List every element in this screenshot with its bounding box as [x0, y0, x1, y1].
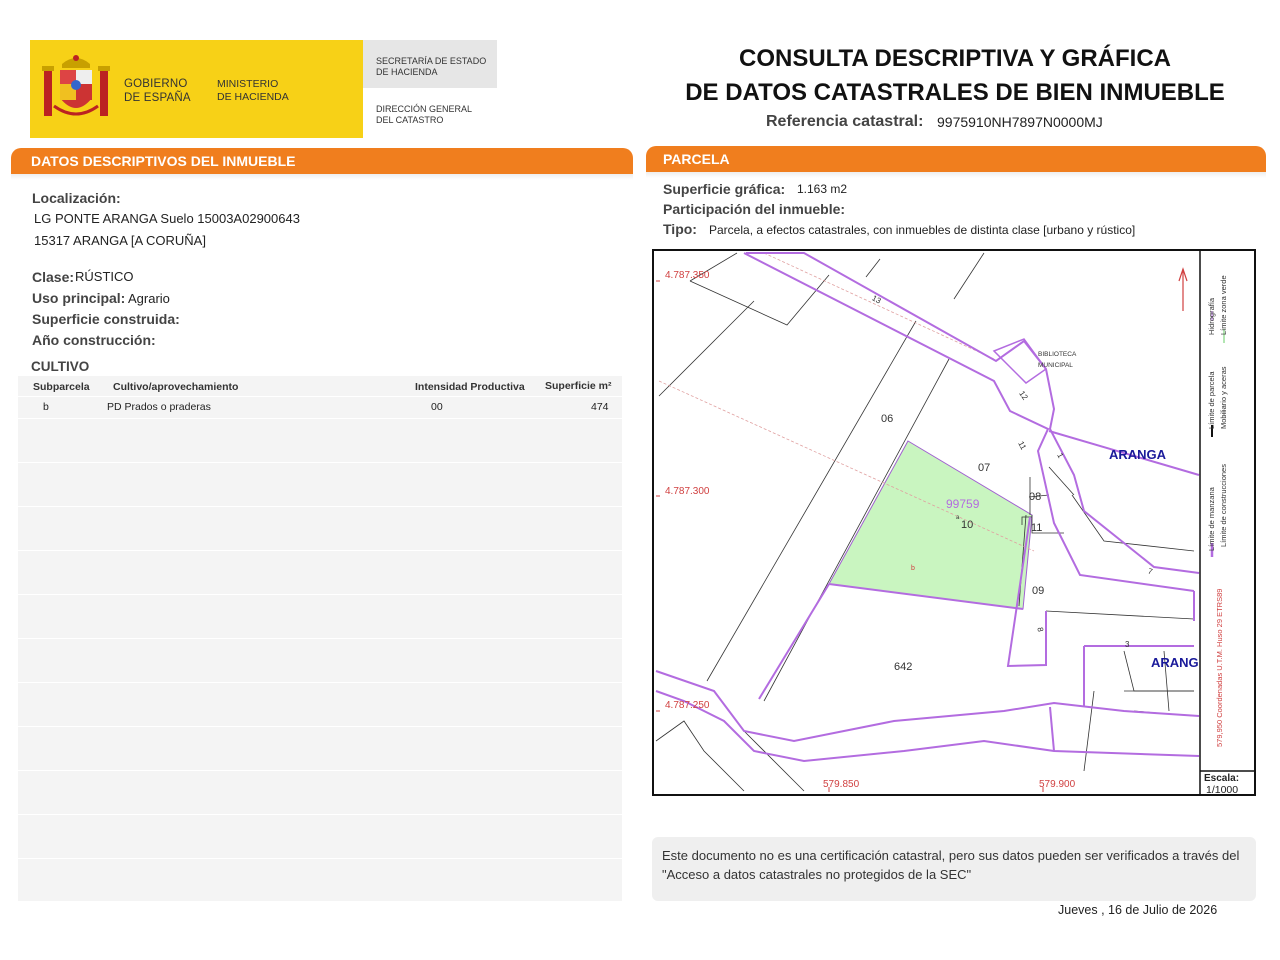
scale-label: Escala:: [1204, 773, 1240, 784]
parcel-label: 06: [881, 413, 894, 425]
table-divider: [18, 770, 622, 771]
parcel-label: 09: [1032, 585, 1045, 597]
scale-value: 1/1000: [1206, 784, 1239, 796]
coat-of-arms-icon: [42, 55, 110, 116]
parcel-label: 642: [894, 661, 913, 673]
superficie-construida-label: Superficie construida:: [32, 311, 180, 327]
superficie-grafica-label: Superficie gráfica:: [663, 181, 786, 197]
localizacion-line1: LG PONTE ARANGA Suelo 15003A02900643: [34, 211, 300, 226]
subparcel-label: b: [911, 565, 915, 572]
tipo-label: Tipo:: [663, 221, 697, 237]
anio-construccion-label: Año construcción:: [32, 332, 156, 348]
place-name-label-cut: ARANG: [1151, 655, 1199, 670]
map-coord-y: 4.787.250: [665, 700, 710, 711]
table-header-subparcela: Subparcela: [33, 381, 90, 393]
table-divider: [18, 638, 622, 639]
uso-value: Agrario: [128, 291, 170, 306]
parcel-label: 10: [961, 519, 974, 531]
section-bar-parcela: PARCELA: [646, 146, 1266, 172]
table-divider: [18, 506, 622, 507]
table-divider: [18, 550, 622, 551]
north-arrow-icon: [1178, 267, 1188, 311]
section-bar-shadow: [11, 174, 633, 180]
road-number: 3: [1125, 640, 1130, 649]
map-canvas: [655, 251, 1254, 794]
map-coord-y: 4.787.300: [665, 486, 710, 497]
table-divider: [18, 418, 622, 419]
table-divider: [18, 594, 622, 595]
table-header-intensidad: Intensidad Productiva: [415, 381, 525, 393]
table-divider: [18, 396, 622, 397]
map-coord-x: 579.900: [1039, 779, 1076, 790]
ministerio-text: MINISTERIO DE HACIENDA: [217, 78, 289, 103]
tipo-value: Parcela, a efectos catastrales, con inmu…: [709, 223, 1136, 237]
cadastral-map[interactable]: 4.787.350 4.787.300 4.787.250 579.850 57…: [652, 249, 1256, 796]
document-date: Jueves , 16 de Julio de 2026: [1058, 903, 1218, 917]
table-header-cultivo: Cultivo/aprovechamiento: [113, 381, 239, 393]
parcel-label: 07: [978, 462, 991, 474]
subparcel-a-label: a: [956, 515, 960, 521]
table-cell-subparcela: b: [43, 401, 49, 413]
table-divider: [18, 858, 622, 859]
ref-catastral-label: Referencia catastral:: [766, 113, 924, 130]
parcel-label: 11: [1031, 522, 1043, 534]
localizacion-label: Localización:: [32, 190, 121, 206]
disclaimer-text: Este documento no es una certificación c…: [662, 848, 1240, 882]
direccion-general-text: DIRECCIÓN GENERAL DEL CATASTRO: [376, 104, 473, 125]
table-divider: [18, 462, 622, 463]
table-cell-cultivo: PD Prados o praderas: [107, 401, 211, 413]
superficie-grafica-value: 1.163 m2: [797, 182, 848, 196]
building-label: BIBLIOTECA MUNICIPAL: [1038, 351, 1077, 369]
section-bar-shadow: [646, 172, 1266, 178]
uso-label: Uso principal:: [32, 290, 126, 306]
table-divider: [18, 814, 622, 815]
clase-value: RÚSTICO: [75, 269, 134, 284]
table-divider: [18, 682, 622, 683]
gobierno-text: GOBIERNO DE ESPAÑA: [124, 78, 191, 104]
table-divider: [18, 726, 622, 727]
parcel-label: 08: [1029, 491, 1042, 503]
map-coord-x: 579.850: [823, 779, 860, 790]
page-title: CONSULTA DESCRIPTIVA Y GRÁFICA DE DATOS …: [685, 45, 1225, 106]
table-cell-superficie: 474: [591, 401, 609, 413]
highlight-parcel-label: 99759: [946, 497, 980, 511]
ref-catastral-value: 9975910NH7897N0000MJ: [937, 114, 1103, 130]
participacion-label: Participación del inmueble:: [663, 201, 846, 217]
table-header-superficie: Superficie m²: [545, 380, 612, 392]
clase-label: Clase:: [32, 269, 75, 285]
cultivo-title: CULTIVO: [31, 359, 90, 374]
section-bar-datos: DATOS DESCRIPTIVOS DEL INMUEBLE: [11, 148, 633, 174]
table-cell-intensidad: 00: [431, 401, 443, 413]
localizacion-line2: 15317 ARANGA [A CORUÑA]: [34, 233, 206, 248]
place-name-label: ARANGA: [1109, 447, 1167, 462]
secretaria-text: SECRETARÍA DE ESTADO DE HACIENDA: [376, 56, 487, 77]
map-coord-y: 4.787.350: [665, 270, 710, 281]
